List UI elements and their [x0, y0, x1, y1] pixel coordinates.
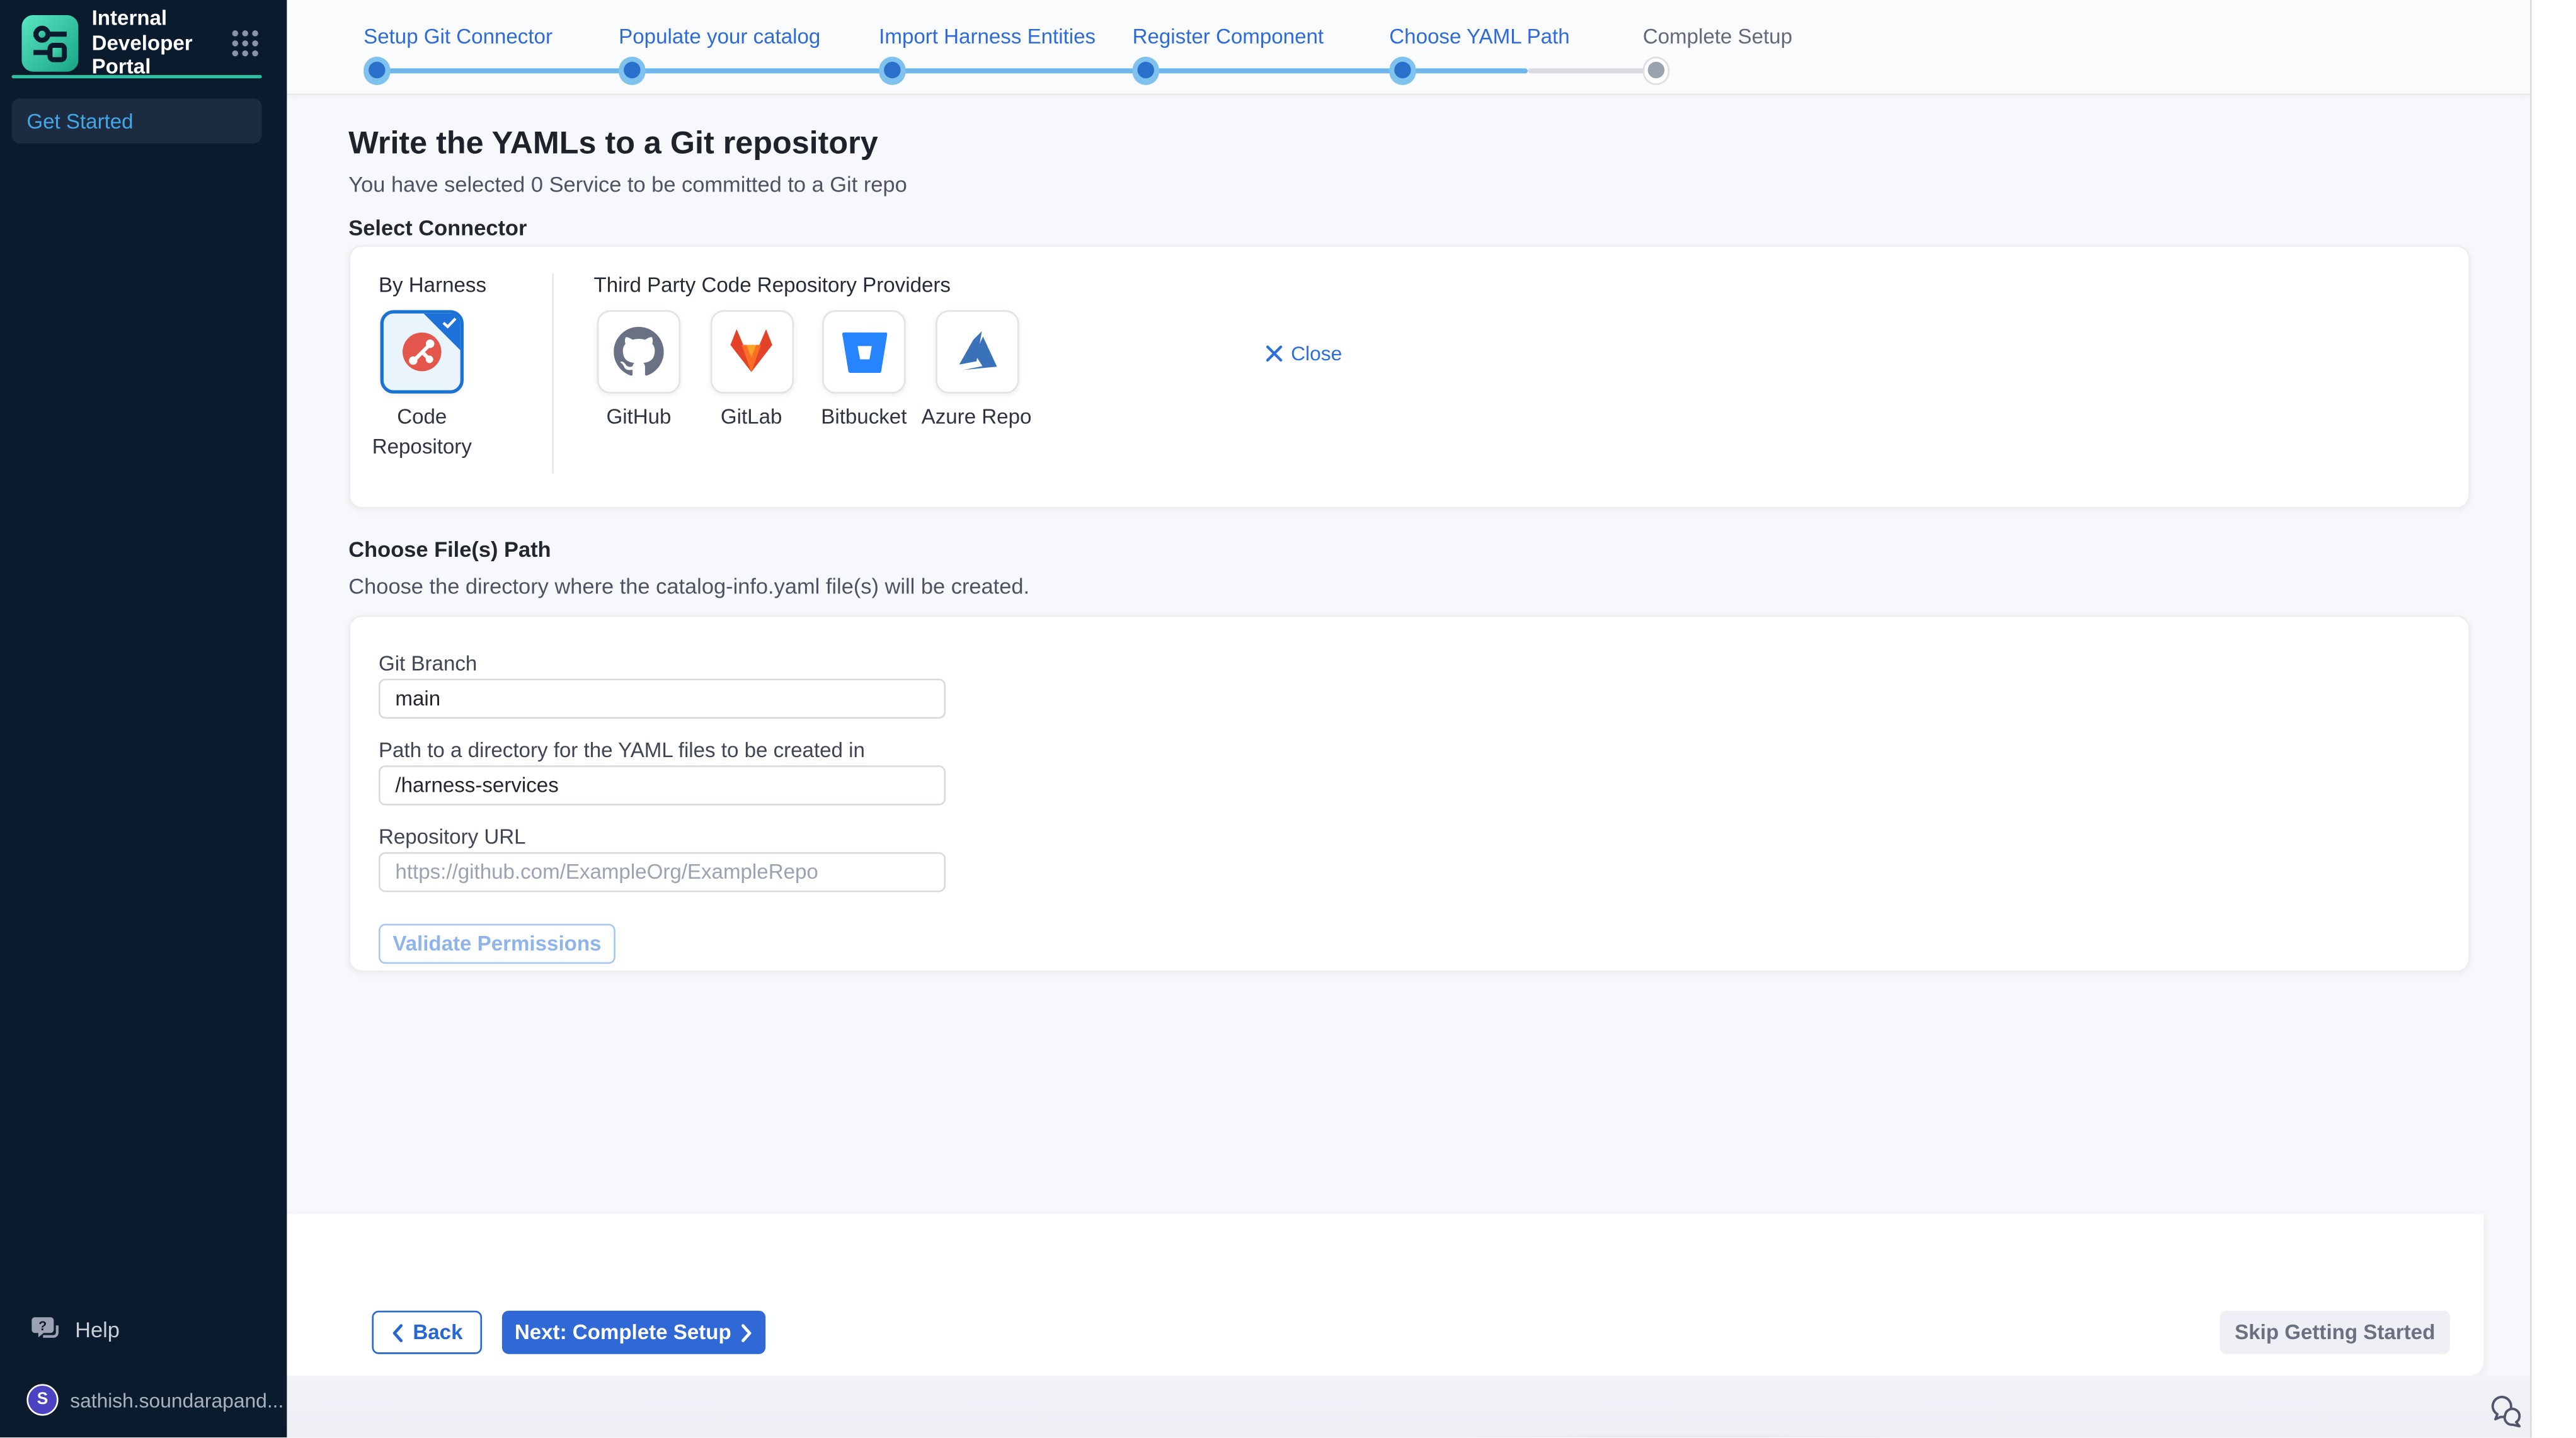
file-path-card: Git Branch Path to a directory for the Y…	[348, 615, 2470, 973]
repository-url-label: Repository URL	[379, 825, 526, 848]
choose-path-description: Choose the directory where the catalog-i…	[348, 574, 1029, 599]
sidebar-user[interactable]: S sathish.soundarapand...	[26, 1384, 287, 1415]
page-title: Write the YAMLs to a Git repository	[348, 127, 878, 163]
help-label: Help	[75, 1317, 120, 1342]
tile-label-gitlab: GitLab	[688, 402, 815, 432]
azure-icon	[951, 326, 1002, 378]
step-label-choose-yaml-path[interactable]: Choose YAML Path	[1389, 25, 1569, 49]
tile-label-code-repository: Code Repository	[358, 402, 485, 462]
chat-bubbles-icon[interactable]	[2488, 1394, 2525, 1429]
connector-tile-github[interactable]	[597, 310, 680, 393]
yaml-path-input[interactable]	[379, 765, 946, 806]
github-icon	[614, 327, 663, 377]
connector-tile-gitlab[interactable]	[709, 310, 793, 393]
help-chat-icon: ?	[30, 1316, 62, 1344]
yaml-path-label: Path to a directory for the YAML files t…	[379, 739, 865, 762]
bottom-strip	[287, 1376, 2530, 1438]
chevron-left-icon	[391, 1323, 403, 1342]
sidebar-help[interactable]: ? Help	[30, 1316, 120, 1344]
user-avatar: S	[26, 1384, 58, 1415]
bitbucket-icon	[842, 329, 886, 374]
next-button-label: Next: Complete Setup	[515, 1321, 731, 1344]
tile-label-github: GitHub	[575, 402, 702, 432]
third-party-label: Third Party Code Repository Providers	[593, 273, 951, 297]
back-button-label: Back	[413, 1321, 462, 1344]
close-connector-picker[interactable]: Close	[1266, 342, 1342, 365]
idp-logo-icon	[21, 15, 78, 72]
bottom-window-shadow	[287, 1376, 2530, 1438]
back-button[interactable]: Back	[372, 1311, 482, 1354]
git-branch-label: Git Branch	[379, 652, 477, 675]
connector-card: By Harness Code Repository	[348, 245, 2470, 508]
group-divider	[552, 273, 554, 474]
step-label-import-harness-entities[interactable]: Import Harness Entities	[879, 25, 1096, 49]
connector-tile-code-repository[interactable]	[381, 310, 464, 393]
by-harness-label: By Harness	[379, 273, 486, 297]
page-subtitle: You have selected 0 Service to be commit…	[348, 172, 907, 197]
step-dot-3[interactable]	[878, 57, 906, 84]
wizard-stepper: Setup Git Connector Populate your catalo…	[287, 0, 2530, 95]
user-name: sathish.soundarapand...	[70, 1388, 287, 1412]
step-dot-5[interactable]	[1388, 57, 1416, 84]
select-connector-label: Select Connector	[348, 215, 527, 241]
app-grid-menu-icon[interactable]	[230, 28, 260, 59]
close-label: Close	[1291, 342, 1342, 365]
step-label-setup-git-connector[interactable]: Setup Git Connector	[364, 25, 552, 49]
chevron-right-icon	[741, 1323, 753, 1342]
app-title: Internal Developer Portal	[92, 6, 232, 80]
app-root: Internal Developer Portal Get Started ? …	[0, 0, 2576, 1438]
wizard-action-bar: Back Next: Complete Setup Skip Getting S…	[287, 1214, 2483, 1376]
step-dot-1[interactable]	[363, 57, 391, 84]
sidebar-item-get-started[interactable]: Get Started	[12, 98, 262, 143]
step-label-complete-setup[interactable]: Complete Setup	[1643, 25, 1792, 49]
validate-permissions-button[interactable]: Validate Permissions	[379, 924, 615, 964]
step-label-register-component[interactable]: Register Component	[1133, 25, 1324, 49]
step-dot-4[interactable]	[1131, 57, 1159, 84]
git-branch-input[interactable]	[379, 678, 946, 719]
sidebar-accent-divider	[12, 75, 262, 78]
svg-text:?: ?	[38, 1318, 47, 1333]
close-icon	[1266, 345, 1282, 362]
next-complete-setup-button[interactable]: Next: Complete Setup	[502, 1311, 765, 1354]
check-icon	[442, 317, 457, 329]
repository-url-input[interactable]	[379, 852, 946, 893]
scrollbar-track[interactable]	[2530, 0, 2576, 1438]
step-dot-2[interactable]	[618, 57, 646, 84]
gitlab-icon	[726, 328, 777, 377]
sidebar-item-label: Get Started	[26, 109, 133, 132]
stepper-remaining-line	[1528, 67, 1656, 73]
connector-tile-azure-repo[interactable]	[935, 310, 1018, 393]
skip-getting-started-button[interactable]: Skip Getting Started	[2220, 1311, 2450, 1354]
step-dot-6[interactable]	[1642, 57, 1669, 84]
choose-path-heading: Choose File(s) Path	[348, 537, 551, 562]
main-area: Setup Git Connector Populate your catalo…	[287, 0, 2530, 1438]
stepper-progress-line	[377, 67, 1528, 73]
sidebar: Internal Developer Portal Get Started ? …	[0, 0, 287, 1438]
connector-tile-bitbucket[interactable]	[822, 310, 905, 393]
step-label-populate-your-catalog[interactable]: Populate your catalog	[619, 25, 820, 49]
tile-label-bitbucket: Bitbucket	[801, 402, 927, 432]
tile-label-azure-repo: Azure Repo	[913, 402, 1039, 432]
